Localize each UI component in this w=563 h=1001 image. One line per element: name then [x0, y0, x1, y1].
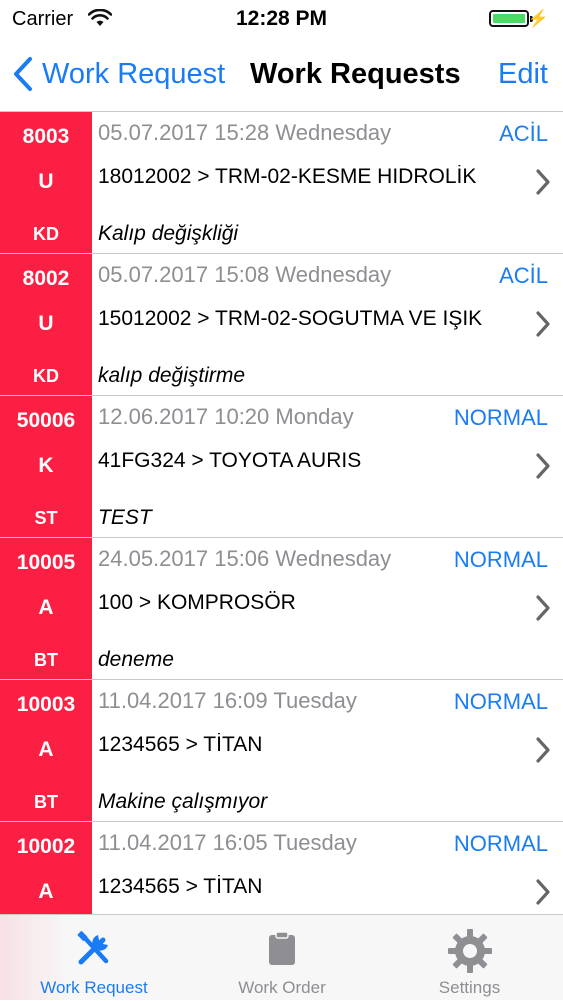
chevron-left-icon [14, 57, 32, 91]
request-date: 12.06.2017 10:20 Monday [98, 404, 354, 429]
tab-label: Work Order [238, 978, 326, 997]
status-bar: Carrier 12:28 PM ⚡ [0, 0, 563, 38]
gear-icon [376, 927, 563, 973]
request-code: A [38, 880, 54, 903]
chevron-right-icon [536, 453, 550, 479]
request-target: 18012002 > TRM-02-KESME HIDROLİK [98, 165, 477, 188]
request-description: TEST [98, 506, 152, 529]
row-status-strip: 8003 U KD [0, 112, 92, 253]
request-date: 05.07.2017 15:28 Wednesday [98, 120, 392, 145]
request-id: 10003 [16, 693, 76, 716]
tab-label: Work Request [40, 978, 148, 997]
tab-work-order[interactable]: Work Order [188, 915, 376, 1001]
request-code: A [38, 738, 54, 761]
work-request-row[interactable]: 10005 A BT 24.05.2017 15:06 Wednesday NO… [0, 538, 563, 680]
row-status-strip: 10003 A BT [0, 680, 92, 821]
request-date: 24.05.2017 15:06 Wednesday [98, 546, 392, 571]
work-request-row[interactable]: 8003 U KD 05.07.2017 15:28 Wednesday ACİ… [0, 112, 563, 254]
wrench-screwdriver-icon [0, 927, 188, 971]
work-request-row[interactable]: 10002 A 11.04.2017 16:05 Tuesday NORMAL … [0, 822, 563, 914]
request-department: BT [34, 650, 58, 670]
request-target: 1234565 > TİTAN [98, 875, 263, 898]
request-priority: NORMAL [453, 689, 548, 714]
tab-label: Settings [438, 978, 501, 997]
request-code: K [38, 454, 54, 477]
request-code: U [38, 312, 54, 335]
request-priority: NORMAL [453, 831, 548, 856]
request-priority: NORMAL [453, 405, 548, 430]
request-id: 8003 [22, 125, 70, 148]
request-description: deneme [98, 648, 174, 671]
chevron-right-icon [536, 311, 550, 337]
request-id: 8002 [22, 267, 70, 290]
request-department: KD [33, 224, 59, 244]
request-id: 10005 [16, 551, 76, 574]
work-request-row[interactable]: 10003 A BT 11.04.2017 16:09 Tuesday NORM… [0, 680, 563, 822]
chevron-right-icon [536, 879, 550, 905]
row-status-strip: 50006 K ST [0, 396, 92, 537]
request-priority: ACİL [499, 263, 548, 288]
request-target: 15012002 > TRM-02-SOGUTMA VE IŞIK [98, 307, 483, 330]
row-status-strip: 10005 A BT [0, 538, 92, 679]
navigation-bar: Work Request Work Requests Edit [0, 38, 563, 112]
clipboard-icon [188, 927, 376, 971]
request-date: 11.04.2017 16:09 Tuesday [98, 688, 357, 713]
request-target: 41FG324 > TOYOTA AURIS [98, 449, 362, 472]
row-status-strip: 10002 A [0, 822, 92, 914]
back-button[interactable]: Work Request [12, 54, 225, 94]
request-id: 10002 [16, 835, 76, 858]
page-title: Work Requests [250, 58, 461, 90]
status-time: 12:28 PM [235, 7, 328, 30]
tab-bar: Work Request Work Order Settings [0, 914, 563, 1000]
chevron-right-icon [536, 169, 550, 195]
request-target: 100 > KOMPROSÖR [98, 591, 296, 614]
row-status-strip: 8002 U KD [0, 254, 92, 395]
request-id: 50006 [16, 409, 76, 432]
request-code: A [38, 596, 54, 619]
chevron-right-icon [536, 737, 550, 763]
work-request-row[interactable]: 50006 K ST 12.06.2017 10:20 Monday NORMA… [0, 396, 563, 538]
battery-icon [489, 10, 533, 27]
request-date: 05.07.2017 15:08 Wednesday [98, 262, 392, 287]
tab-settings[interactable]: Settings [376, 915, 563, 1001]
request-date: 11.04.2017 16:05 Tuesday [98, 830, 357, 855]
work-request-list[interactable]: 8003 U KD 05.07.2017 15:28 Wednesday ACİ… [0, 112, 563, 914]
request-description: kalıp değiştirme [98, 364, 246, 387]
edit-button[interactable]: Edit [498, 58, 548, 91]
request-target: 1234565 > TİTAN [98, 733, 263, 756]
request-code: U [38, 170, 54, 193]
back-button-label: Work Request [42, 57, 226, 90]
request-department: ST [34, 508, 58, 528]
chevron-right-icon [536, 595, 550, 621]
request-priority: ACİL [499, 121, 548, 146]
work-request-row[interactable]: 8002 U KD 05.07.2017 15:08 Wednesday ACİ… [0, 254, 563, 396]
tab-work-request[interactable]: Work Request [0, 915, 188, 1001]
request-department: KD [33, 366, 59, 386]
request-description: Makine çalışmıyor [98, 790, 268, 813]
charging-bolt-icon: ⚡ [527, 9, 549, 28]
request-department: BT [34, 792, 58, 812]
request-description: Kalıp değişkliği [98, 222, 239, 245]
battery-level [493, 14, 525, 23]
request-priority: NORMAL [453, 547, 548, 572]
